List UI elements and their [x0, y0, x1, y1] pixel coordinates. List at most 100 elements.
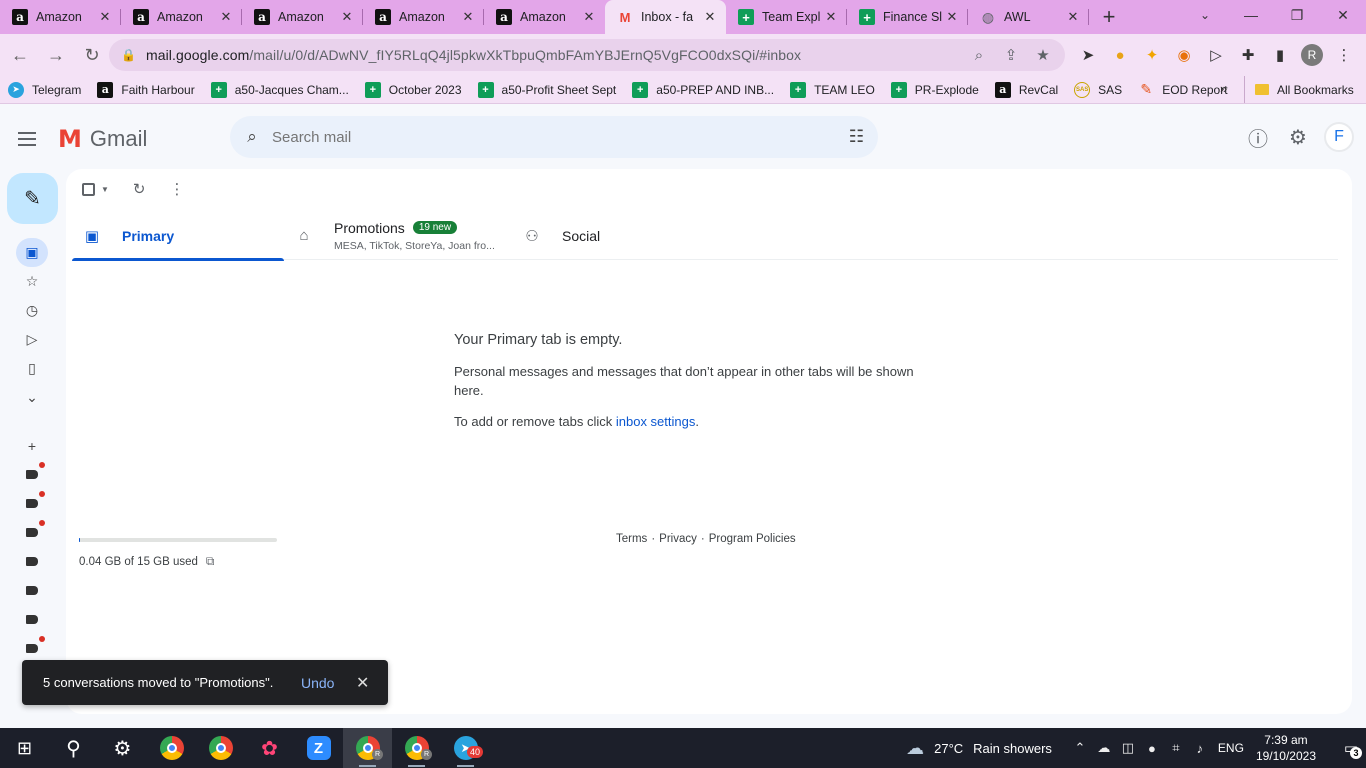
inbox-nav[interactable]: ▣: [16, 238, 48, 267]
volume-icon[interactable]: ♪: [1188, 741, 1212, 756]
bookmark-star-icon[interactable]: ★: [1027, 46, 1059, 64]
network-icon[interactable]: ⌗: [1164, 740, 1188, 756]
bookmark-item[interactable]: SAS SAS: [1074, 81, 1122, 98]
main-menu-icon[interactable]: [18, 125, 46, 153]
bookmark-item[interactable]: + October 2023: [364, 81, 462, 98]
browser-tab[interactable]: M Inbox - fa ✕: [605, 0, 726, 34]
chrome-app-icon[interactable]: [147, 728, 196, 768]
notifications-button[interactable]: ▭3: [1336, 728, 1366, 768]
clock[interactable]: 7:39 am 19/10/2023: [1256, 732, 1316, 764]
chrome-menu-icon[interactable]: ⋮: [1328, 39, 1360, 71]
bookmark-item[interactable]: + TEAM LEO: [790, 81, 875, 98]
telegram-app-icon[interactable]: ➤ 40: [441, 728, 490, 768]
browser-tab[interactable]: + Finance Sl ✕: [847, 0, 968, 34]
url-text[interactable]: mail.google.com/mail/u/0/d/ADwNV_fIY5RLq…: [146, 47, 801, 63]
site-info-icon[interactable]: 🔒: [121, 48, 136, 62]
browser-tab[interactable]: + Team Expl ✕: [726, 0, 847, 34]
browser-tab[interactable]: a Amazon ✕: [121, 0, 242, 34]
help-icon[interactable]: ⓘ: [1238, 119, 1278, 155]
inbox-settings-link[interactable]: inbox settings: [616, 414, 696, 429]
close-window-button[interactable]: ✕: [1320, 0, 1366, 30]
label-item[interactable]: [16, 460, 48, 489]
profile-avatar[interactable]: R: [1301, 44, 1323, 66]
share-icon[interactable]: ⇪: [995, 46, 1027, 64]
sent-nav[interactable]: ▷: [16, 325, 48, 354]
close-tab-icon[interactable]: ✕: [1065, 9, 1081, 25]
terms-link[interactable]: Terms: [616, 533, 647, 545]
forward-button[interactable]: →: [40, 39, 72, 71]
microphone-icon[interactable]: ●: [1140, 741, 1164, 756]
camera-icon[interactable]: ◫: [1116, 740, 1140, 756]
chrome-profile-app-icon[interactable]: R: [392, 728, 441, 768]
drafts-nav[interactable]: ▯: [16, 354, 48, 383]
bookmark-item[interactable]: a RevCal: [994, 81, 1058, 98]
label-item[interactable]: [16, 518, 48, 547]
settings-app-icon[interactable]: ⚙: [98, 728, 147, 768]
close-icon[interactable]: ✕: [356, 673, 369, 693]
open-external-icon[interactable]: ⧉: [206, 554, 215, 569]
chevron-up-icon[interactable]: ⌃: [1068, 740, 1092, 756]
bookmark-item[interactable]: + a50-Jacques Cham...: [210, 81, 349, 98]
tab-social[interactable]: ⚇ Social: [512, 211, 712, 260]
start-button[interactable]: ⊞: [0, 728, 49, 768]
label-item[interactable]: [16, 634, 48, 663]
bookmark-item[interactable]: + PR-Explode: [890, 81, 979, 98]
weather-widget[interactable]: ☁ 27°C Rain showers: [906, 738, 1052, 759]
settings-gear-icon[interactable]: ⚙: [1278, 119, 1318, 155]
undo-button[interactable]: Undo: [301, 675, 334, 691]
bookmark-item[interactable]: + a50-PREP AND INB...: [632, 81, 774, 98]
label-item[interactable]: [16, 489, 48, 518]
new-tab-button[interactable]: +: [1089, 0, 1129, 34]
program-policies-link[interactable]: Program Policies: [709, 533, 796, 545]
zoom-app-icon[interactable]: Z: [294, 728, 343, 768]
privacy-link[interactable]: Privacy: [659, 533, 697, 545]
extensions-puzzle-icon[interactable]: ✚: [1232, 39, 1264, 71]
account-avatar[interactable]: F: [1324, 122, 1354, 152]
browser-tab[interactable]: ◍ AWL ✕: [968, 0, 1089, 34]
starred-nav[interactable]: ☆: [16, 267, 48, 296]
restore-button[interactable]: ❐: [1274, 0, 1320, 30]
address-bar[interactable]: 🔒 mail.google.com/mail/u/0/d/ADwNV_fIY5R…: [109, 39, 1065, 71]
extension-arrow-icon[interactable]: ➤: [1072, 39, 1104, 71]
chrome-app-icon[interactable]: [196, 728, 245, 768]
browser-tab[interactable]: a Amazon ✕: [363, 0, 484, 34]
close-tab-icon[interactable]: ✕: [97, 9, 113, 25]
extension-circle-icon[interactable]: ◉: [1168, 39, 1200, 71]
language-indicator[interactable]: ENG: [1218, 741, 1244, 755]
label-item[interactable]: [16, 605, 48, 634]
extension-honey-icon[interactable]: ●: [1104, 39, 1136, 71]
bookmark-item[interactable]: + a50-Profit Sheet Sept: [477, 81, 616, 98]
zoom-icon[interactable]: ⌕: [963, 47, 995, 64]
tab-search-icon[interactable]: ⌄: [1194, 4, 1216, 26]
close-tab-icon[interactable]: ✕: [460, 9, 476, 25]
snoozed-nav[interactable]: ◷: [16, 296, 48, 325]
label-item[interactable]: [16, 576, 48, 605]
minimize-button[interactable]: —: [1228, 0, 1274, 30]
refresh-icon[interactable]: ↻: [133, 180, 146, 198]
back-button[interactable]: ←: [4, 39, 36, 71]
label-item[interactable]: [16, 547, 48, 576]
onedrive-cloud-icon[interactable]: ☁: [1092, 740, 1116, 756]
more-nav[interactable]: ⌄: [16, 383, 48, 412]
close-tab-icon[interactable]: ✕: [944, 9, 960, 25]
reload-button[interactable]: ↻: [76, 39, 108, 71]
bookmark-item[interactable]: ✎ EOD Report: [1138, 81, 1227, 98]
all-bookmarks-button[interactable]: All Bookmarks: [1244, 76, 1354, 103]
chrome-profile-app-icon[interactable]: R: [343, 728, 392, 768]
close-tab-icon[interactable]: ✕: [581, 9, 597, 25]
browser-tab[interactable]: a Amazon ✕: [484, 0, 605, 34]
bookmark-item[interactable]: ➤ Telegram: [8, 81, 81, 98]
more-bookmarks-button[interactable]: »: [1220, 81, 1227, 96]
gmail-logo[interactable]: M Gmail: [58, 125, 147, 153]
tab-primary[interactable]: ▣ Primary: [72, 211, 284, 261]
close-tab-icon[interactable]: ✕: [702, 9, 718, 25]
create-label-button[interactable]: +: [16, 431, 48, 460]
search-options-icon[interactable]: ☷: [849, 127, 864, 147]
tab-promotions[interactable]: ⌂ Promotions 19 new MESA, TikTok, StoreY…: [284, 211, 512, 260]
extension-badge-icon[interactable]: ✦: [1136, 39, 1168, 71]
close-tab-icon[interactable]: ✕: [218, 9, 234, 25]
side-panel-icon[interactable]: ▮: [1264, 39, 1296, 71]
select-dropdown-icon[interactable]: ▼: [101, 185, 109, 194]
taskbar-search-icon[interactable]: ⚲: [49, 728, 98, 768]
browser-tab[interactable]: a Amazon ✕: [242, 0, 363, 34]
